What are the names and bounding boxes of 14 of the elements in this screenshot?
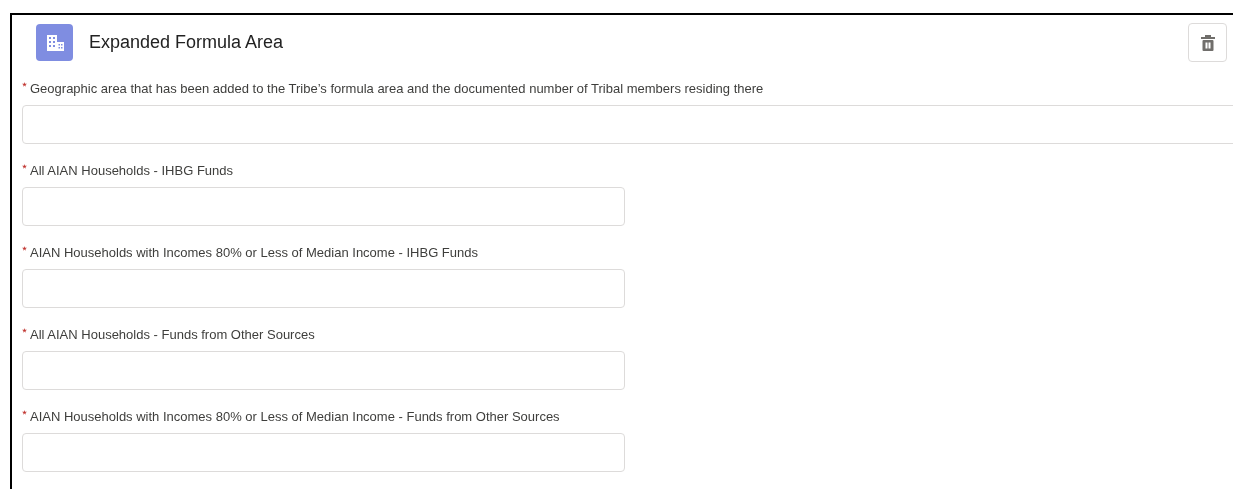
input-field[interactable]: [22, 351, 625, 390]
delete-button[interactable]: [1188, 23, 1227, 62]
input-field[interactable]: [22, 105, 1233, 144]
field-label: Geographic area that has been added to the Tribe’s formula area and the documented number of Tribal members residing there: [22, 78, 1222, 100]
field-label: AIAN Households with Incomes 80% or Less of Median Income - IHBG Funds: [22, 242, 582, 264]
card-title: Expanded Formula Area: [89, 31, 284, 54]
field-label: All AIAN Households - Funds from Other Sources: [22, 324, 582, 346]
input-field[interactable]: [22, 433, 625, 472]
field-label: AIAN Households with Incomes 80% or Less of Median Income - Funds from Other Sources: [22, 406, 582, 428]
trash-icon: [1200, 34, 1215, 51]
building-icon: [36, 24, 73, 61]
field-label: All AIAN Households - IHBG Funds: [22, 160, 582, 182]
input-field[interactable]: [22, 187, 625, 226]
input-field[interactable]: [22, 269, 625, 308]
